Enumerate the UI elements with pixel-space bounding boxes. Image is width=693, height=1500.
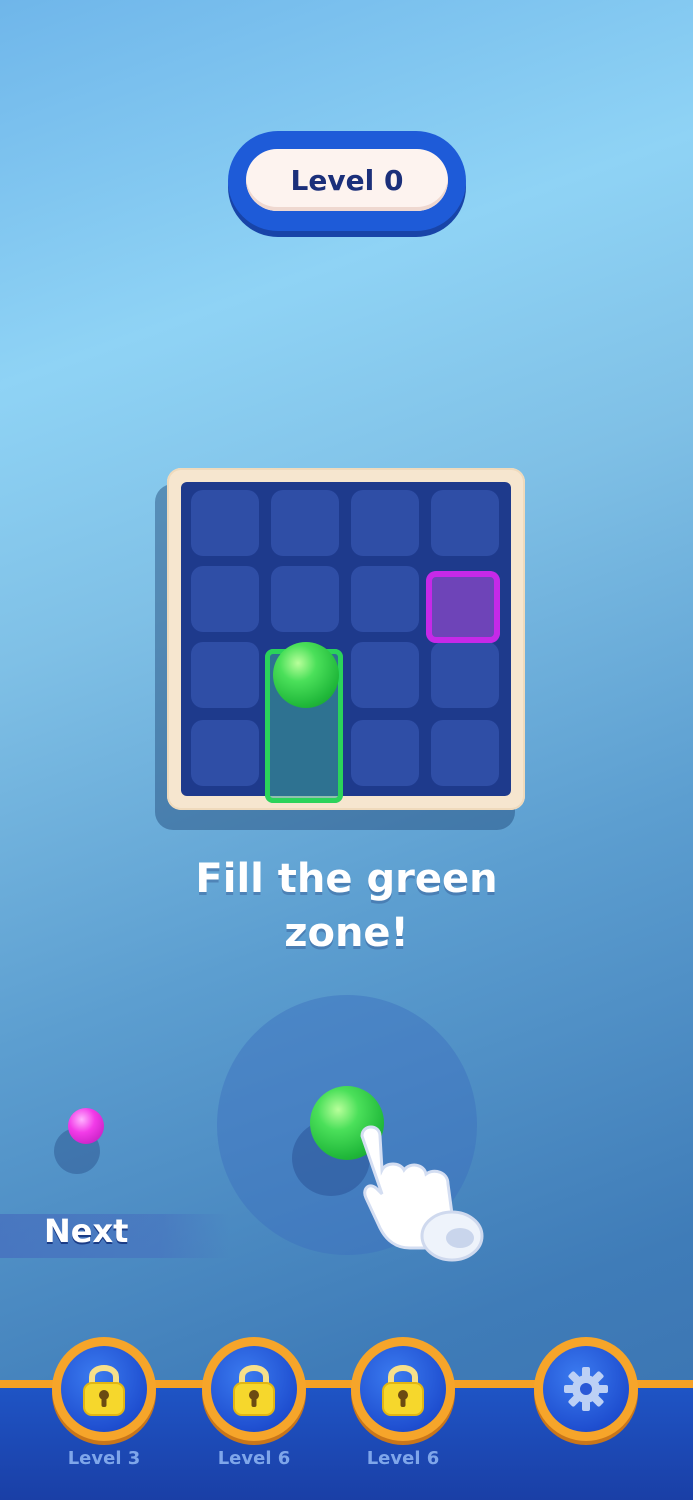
grid-cell[interactable]: [351, 720, 419, 786]
magenta-target-cell[interactable]: [426, 571, 500, 643]
lock-icon: [233, 1365, 275, 1416]
hand-pointer-icon: [360, 1125, 484, 1262]
grid-cell[interactable]: [431, 490, 499, 556]
board-grid: [181, 482, 511, 803]
settings-button[interactable]: [534, 1337, 638, 1441]
grid-cell[interactable]: [351, 490, 419, 556]
grid-cell[interactable]: [191, 642, 259, 708]
instruction-text: Fill the green zone!: [150, 852, 543, 960]
nav-label-level-6-2: Level 6: [366, 1448, 440, 1469]
grid-cell[interactable]: [431, 720, 499, 786]
grid-cell[interactable]: [191, 720, 259, 786]
lock-icon: [382, 1365, 424, 1416]
level-badge: Level 0: [228, 131, 466, 231]
next-label: Next: [44, 1212, 129, 1250]
grid-cell[interactable]: [271, 566, 339, 632]
grid-cell[interactable]: [431, 642, 499, 708]
level-6-button[interactable]: [202, 1337, 306, 1441]
gear-icon: [564, 1367, 608, 1411]
lock-icon: [83, 1365, 125, 1416]
nav-label-level-3: Level 3: [67, 1448, 141, 1469]
instruction-line-2: zone!: [284, 910, 409, 956]
grid-cell[interactable]: [351, 566, 419, 632]
game-board[interactable]: [167, 468, 525, 810]
grid-cell[interactable]: [351, 642, 419, 708]
nav-label-level-6: Level 6: [217, 1448, 291, 1469]
grid-cell[interactable]: [191, 490, 259, 556]
next-magenta-ball: [68, 1108, 104, 1144]
grid-cell[interactable]: [271, 490, 339, 556]
level-6-button-2[interactable]: [351, 1337, 455, 1441]
instruction-line-1: Fill the green: [195, 856, 498, 902]
level-title: Level 0: [246, 149, 448, 211]
green-ball-on-board[interactable]: [273, 642, 339, 708]
grid-cell[interactable]: [191, 566, 259, 632]
level-3-button[interactable]: [52, 1337, 156, 1441]
